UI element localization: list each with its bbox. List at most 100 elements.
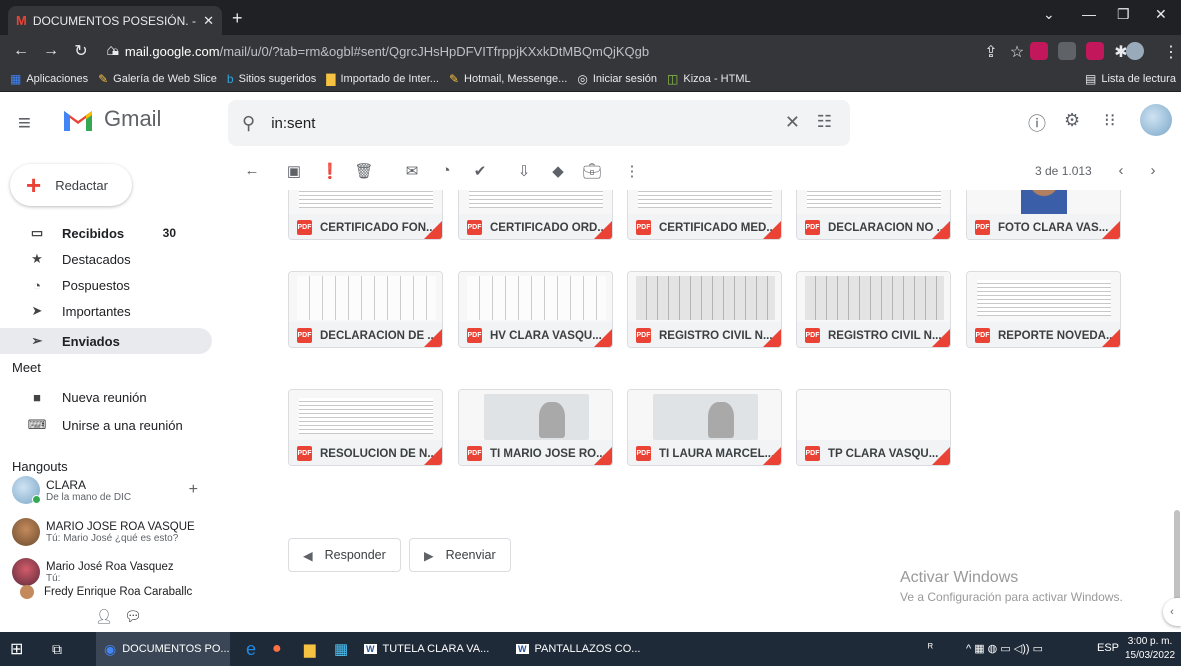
hangouts-contact[interactable]: Fredy Enrique Roa Caraballc xyxy=(12,584,192,600)
sidebar-item-starred[interactable]: ★ Destacados xyxy=(0,246,212,272)
bookmark-star-icon[interactable]: ☆ xyxy=(1008,42,1026,62)
attachment-card[interactable]: PDF DECLARACIÓN DE ... xyxy=(288,271,443,348)
firefox-icon[interactable]: ● xyxy=(272,632,282,666)
more-options-icon[interactable]: ⋮ xyxy=(622,162,642,180)
windows-start-icon[interactable]: ⊞ xyxy=(10,632,23,666)
newer-icon[interactable]: ‹ xyxy=(1111,162,1131,179)
archive-icon[interactable]: ▣ xyxy=(284,162,304,180)
main-menu-icon[interactable]: ≡ xyxy=(18,110,31,136)
attachment-card[interactable]: PDF CERTIFICADO MED... xyxy=(627,190,782,240)
briefcase-icon[interactable]: 💼︎ xyxy=(582,162,602,180)
reload-icon[interactable]: ↻ xyxy=(72,41,90,61)
gmail-logo[interactable]: Gmail xyxy=(62,106,161,132)
minimize-button[interactable]: — xyxy=(1082,6,1096,22)
reading-list[interactable]: ▤ Lista de lectura xyxy=(1085,72,1176,86)
bookmark-imported[interactable]: ▇ Importado de Inter... xyxy=(326,72,439,86)
attachment-card[interactable]: PDF RESOLUCIÓN DE N... xyxy=(288,389,443,466)
extension-badge-icon[interactable] xyxy=(1086,42,1104,60)
taskbar-word-2[interactable]: W PANTALLAZOS CO... xyxy=(510,632,644,666)
bookmark-suggested-sites[interactable]: b Sitios sugeridos xyxy=(227,72,316,86)
add-to-tasks-icon[interactable]: ✔ xyxy=(470,162,490,180)
back-to-list-icon[interactable]: ← xyxy=(242,162,262,179)
file-explorer-icon[interactable]: ▆ xyxy=(304,632,316,666)
taskbar-chrome[interactable]: ◉ DOCUMENTOS PO... xyxy=(96,632,230,666)
lock-icon: 🔒︎ xyxy=(112,43,119,58)
attachment-card[interactable]: PDF REPORTE NOVEDA... xyxy=(966,271,1121,348)
bookmark-web-slice[interactable]: ✎ Galería de Web Slice xyxy=(98,72,217,86)
sidebar-item-inbox[interactable]: ▭ Recibidos 30 xyxy=(0,220,212,246)
settings-gear-icon[interactable]: ⚙ xyxy=(1064,110,1080,131)
calculator-icon[interactable]: ▦ xyxy=(334,632,348,666)
snooze-icon[interactable]: ◔ xyxy=(436,162,456,179)
apps-grid-icon[interactable]: ⁝⁝ xyxy=(1104,110,1115,131)
back-icon[interactable]: ← xyxy=(12,42,30,60)
label-icon[interactable]: ◆ xyxy=(548,162,568,180)
tab-search-icon[interactable]: ⌄ xyxy=(1043,6,1055,23)
sidebar-item-snoozed[interactable]: ◔ Pospuestos xyxy=(0,272,212,298)
attachment-card[interactable]: PDF REGISTRO CIVIL N... xyxy=(627,271,782,348)
attachment-card[interactable]: PDF DECLARACIÓN NO ... xyxy=(796,190,951,240)
share-icon[interactable]: ⇪ xyxy=(982,42,1000,62)
attachment-card[interactable]: PDF CERTIFICADO FON... xyxy=(288,190,443,240)
older-icon[interactable]: › xyxy=(1143,162,1163,179)
move-to-icon[interactable]: ⇩ xyxy=(514,162,534,180)
contacts-person-icon[interactable]: 👤︎ xyxy=(95,608,113,625)
close-window-button[interactable]: ✕ xyxy=(1155,6,1167,23)
search-icon[interactable]: ⚲ xyxy=(242,113,255,134)
language-indicator[interactable]: ESP xyxy=(1097,642,1119,654)
hangouts-contact[interactable]: Mario José Roa Vasquez Tú: xyxy=(12,558,174,586)
attachment-card[interactable]: PDF HV CLARA VASQU... xyxy=(458,271,613,348)
bookmark-login[interactable]: ◎ Iniciar sesión xyxy=(577,72,657,86)
delete-icon[interactable]: 🗑︎ xyxy=(354,162,374,180)
meet-new-meeting[interactable]: ■ Nueva reunión xyxy=(0,384,212,410)
bookmark-kizoa[interactable]: ◫ Kizoa - HTML xyxy=(667,72,751,86)
attachment-name: FOTO CLARA VAS... xyxy=(998,221,1109,234)
hangouts-chat-icon[interactable]: 💬︎ xyxy=(124,608,142,625)
people-icon[interactable]: ᴿ xyxy=(928,642,933,654)
bookmark-apps[interactable]: ▦ Aplicaciones xyxy=(10,72,88,86)
hangouts-me[interactable]: CLARA De la mano de DIC + xyxy=(12,476,212,504)
browser-menu-icon[interactable]: ⋮ xyxy=(1162,42,1180,62)
new-tab-button[interactable]: + xyxy=(232,8,243,29)
extension-abp-icon[interactable] xyxy=(1030,42,1048,60)
attachment-card[interactable]: PDF TI MARIO JOSE RO... xyxy=(458,389,613,466)
bookmark-hotmail[interactable]: ✎ Hotmail, Messenge... xyxy=(449,72,567,86)
tray-icons[interactable]: ^ ▦ ◍ ▭ ◁)) ▭ xyxy=(966,642,1043,655)
new-conversation-icon[interactable]: + xyxy=(189,481,198,499)
maximize-button[interactable]: ❐ xyxy=(1117,6,1130,23)
search-options-icon[interactable]: ☷ xyxy=(817,112,832,132)
extension-camera-icon[interactable] xyxy=(1058,42,1076,60)
clear-search-icon[interactable]: ✕ xyxy=(785,112,800,133)
edge-icon[interactable]: e xyxy=(246,632,256,666)
browser-tab[interactable]: M DOCUMENTOS POSESIÓN. - cva ✕ xyxy=(8,6,222,35)
url-field[interactable]: 🔒︎ mail.google.com/mail/u/0/?tab=rm&ogbl… xyxy=(112,38,1112,64)
account-avatar[interactable] xyxy=(1140,104,1172,136)
attachment-card[interactable]: PDF TI LAURA MARCEL... xyxy=(627,389,782,466)
search-input[interactable]: in:sent xyxy=(271,115,315,132)
meet-join-meeting[interactable]: ⌨ Unirse a una reunión xyxy=(0,412,212,438)
attachment-card[interactable]: PDF CERTIFICADO ORD... xyxy=(458,190,613,240)
reply-button[interactable]: ◀ Responder xyxy=(288,538,401,572)
attachment-card[interactable]: PDF TP CLARA VASQU... xyxy=(796,389,951,466)
attachment-name: REGISTRO CIVIL N... xyxy=(828,329,942,342)
close-tab-icon[interactable]: ✕ xyxy=(203,13,214,29)
hangouts-contact[interactable]: MARIO JOSE ROA VASQUE Tú: Mario José ¿qué… xyxy=(12,518,195,546)
clock[interactable]: 3:00 p. m. 15/03/2022 xyxy=(1125,635,1175,663)
compose-button[interactable]: + Redactar xyxy=(10,164,132,206)
help-icon[interactable]: ⓘ xyxy=(1028,110,1046,136)
profile-icon[interactable] xyxy=(1126,42,1144,60)
forward-icon[interactable]: → xyxy=(42,42,60,60)
mark-unread-icon[interactable]: ✉ xyxy=(402,162,422,180)
sidebar-item-sent[interactable]: ➢ Enviados xyxy=(0,328,212,354)
attachment-card[interactable]: PDF REGISTRO CIVIL N... xyxy=(796,271,951,348)
attachment-card[interactable]: PDF FOTO CLARA VAS... xyxy=(966,190,1121,240)
sidebar-item-important[interactable]: ➤ Importantes xyxy=(0,298,212,324)
content-scrollbar[interactable] xyxy=(1173,190,1181,632)
search-bar[interactable]: ⚲ in:sent ✕ ☷ xyxy=(228,100,850,146)
taskbar-word-1[interactable]: W TUTELA CLARA VA... xyxy=(358,632,492,666)
task-view-icon[interactable]: ⧉ xyxy=(52,632,62,666)
url-path: /mail/u/0/?tab=rm&ogbl#sent/QgrcJHsHpDFV… xyxy=(219,43,650,59)
report-spam-icon[interactable]: ❗ xyxy=(320,162,340,180)
forward-button[interactable]: ▶ Reenviar xyxy=(409,538,511,572)
hangouts-heading: Hangouts xyxy=(12,459,68,474)
